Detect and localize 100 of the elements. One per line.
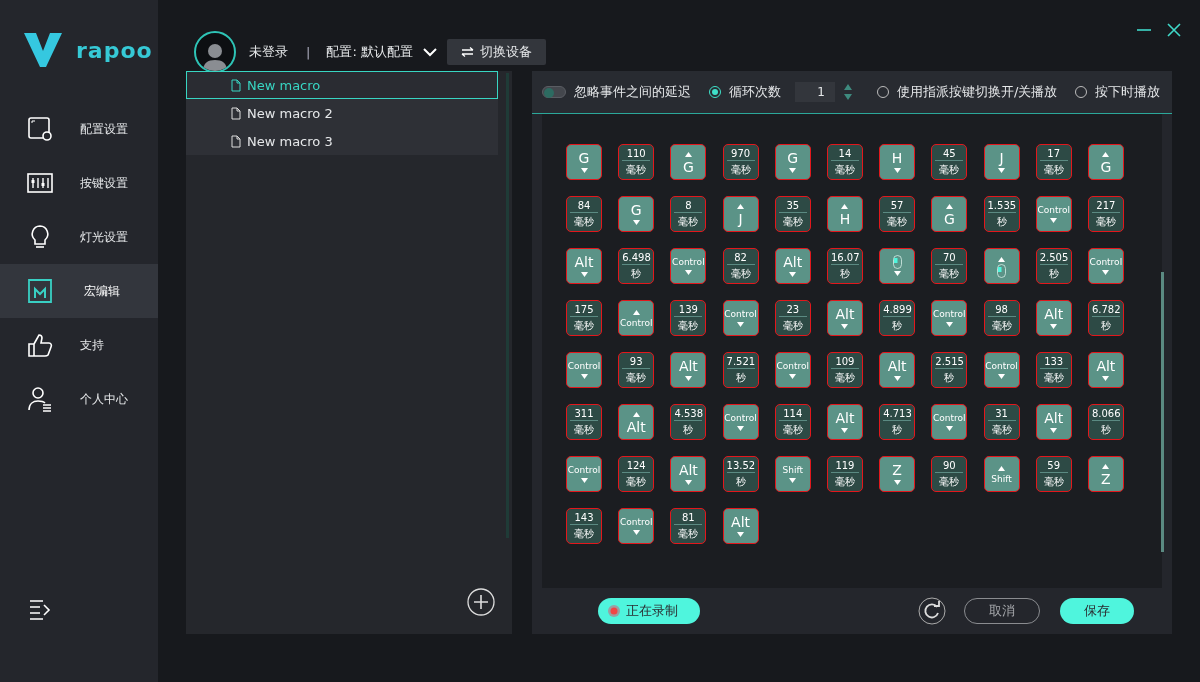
delay-tile[interactable]: 114 毫秒 — [774, 404, 811, 440]
delay-tile[interactable]: 2.505 秒 — [1035, 248, 1072, 284]
sidebar-item[interactable]: 支持 — [0, 318, 158, 372]
delay-tile[interactable]: 1.535 秒 — [983, 196, 1020, 232]
key-tile[interactable]: Control — [618, 508, 655, 544]
delay-tile[interactable]: 13.52 秒 — [722, 456, 759, 492]
sidebar-item[interactable]: 配置设置 — [0, 102, 158, 156]
key-tile[interactable]: Control — [1087, 248, 1124, 284]
key-tile[interactable]: Control — [618, 300, 655, 336]
mouse-tile[interactable] — [879, 248, 916, 284]
delay-tile[interactable]: 57 毫秒 — [879, 196, 916, 232]
add-icon[interactable] — [467, 588, 495, 616]
key-tile[interactable]: J — [983, 144, 1020, 180]
key-tile[interactable]: Control — [931, 404, 968, 440]
delay-tile[interactable]: 7.521 秒 — [722, 352, 759, 388]
delay-tile[interactable]: 35 毫秒 — [774, 196, 811, 232]
macro-item[interactable]: New macro 3 — [186, 127, 498, 155]
delay-tile[interactable]: 98 毫秒 — [983, 300, 1020, 336]
key-tile[interactable]: Z — [879, 456, 916, 492]
chevron-down-icon[interactable] — [422, 47, 437, 57]
delay-tile[interactable]: 4.713 秒 — [879, 404, 916, 440]
sidebar-item[interactable]: 宏编辑 — [0, 264, 158, 318]
delay-tile[interactable]: 81 毫秒 — [670, 508, 707, 544]
recording-button[interactable]: 正在录制 — [598, 598, 700, 624]
delay-tile[interactable]: 59 毫秒 — [1035, 456, 1072, 492]
delay-tile[interactable]: 311 毫秒 — [566, 404, 602, 440]
key-tile[interactable]: G — [1087, 144, 1124, 180]
delay-tile[interactable]: 109 毫秒 — [826, 352, 863, 388]
delay-tile[interactable]: 110 毫秒 — [618, 144, 655, 180]
key-tile[interactable]: Alt — [879, 352, 916, 388]
key-tile[interactable]: Alt — [826, 404, 863, 440]
key-tile[interactable]: G — [618, 196, 655, 232]
key-tile[interactable]: Control — [931, 300, 968, 336]
delay-tile[interactable]: 70 毫秒 — [931, 248, 968, 284]
key-tile[interactable]: Control — [1035, 196, 1072, 232]
key-tile[interactable]: Shift — [983, 456, 1020, 492]
key-tile[interactable]: Z — [1087, 456, 1124, 492]
delay-tile[interactable]: 124 毫秒 — [618, 456, 655, 492]
delay-tile[interactable]: 93 毫秒 — [618, 352, 655, 388]
delay-tile[interactable]: 14 毫秒 — [826, 144, 863, 180]
sidebar-item[interactable]: 按键设置 — [0, 156, 158, 210]
avatar[interactable] — [194, 31, 236, 73]
spinner-arrows-icon[interactable] — [843, 83, 853, 101]
close-icon[interactable] — [1166, 22, 1182, 38]
delay-tile[interactable]: 45 毫秒 — [931, 144, 968, 180]
key-tile[interactable]: G — [931, 196, 968, 232]
delay-tile[interactable]: 23 毫秒 — [774, 300, 811, 336]
key-tile[interactable]: J — [722, 196, 759, 232]
delay-tile[interactable]: 17 毫秒 — [1035, 144, 1072, 180]
delay-tile[interactable]: 82 毫秒 — [722, 248, 759, 284]
key-tile[interactable]: Alt — [774, 248, 811, 284]
loop-count-field[interactable]: 1 — [795, 82, 835, 102]
delay-tile[interactable]: 6.498 秒 — [618, 248, 655, 284]
sidebar-item[interactable]: 个人中心 — [0, 372, 158, 426]
delay-tile[interactable]: 8.066 秒 — [1087, 404, 1124, 440]
key-tile[interactable]: Alt — [1035, 300, 1072, 336]
delay-tile[interactable]: 970 毫秒 — [722, 144, 759, 180]
delay-tile[interactable]: 133 毫秒 — [1035, 352, 1072, 388]
key-tile[interactable]: Control — [722, 300, 759, 336]
key-tile[interactable]: Alt — [826, 300, 863, 336]
key-tile[interactable]: Alt — [1035, 404, 1072, 440]
delay-tile[interactable]: 4.899 秒 — [879, 300, 916, 336]
macro-item[interactable]: New macro 2 — [186, 99, 498, 127]
mouse-tile[interactable] — [983, 248, 1020, 284]
key-tile[interactable]: Alt — [722, 508, 759, 544]
refresh-icon[interactable] — [918, 597, 946, 625]
delay-tile[interactable]: 84 毫秒 — [566, 196, 602, 232]
delay-tile[interactable]: 6.782 秒 — [1087, 300, 1124, 336]
sidebar-item[interactable]: 灯光设置 — [0, 210, 158, 264]
login-status[interactable]: 未登录 — [249, 43, 288, 61]
delay-tile[interactable]: 119 毫秒 — [826, 456, 863, 492]
key-tile[interactable]: Alt — [670, 352, 707, 388]
key-tile[interactable]: Control — [566, 352, 602, 388]
delay-tile[interactable]: 143 毫秒 — [566, 508, 602, 544]
delay-tile[interactable]: 2.515 秒 — [931, 352, 968, 388]
scrollbar[interactable] — [1161, 272, 1164, 552]
macro-item[interactable]: New macro — [186, 71, 498, 99]
delay-tile[interactable]: 175 毫秒 — [566, 300, 602, 336]
key-tile[interactable]: H — [879, 144, 916, 180]
delay-tile[interactable]: 90 毫秒 — [931, 456, 968, 492]
expand-menu-icon[interactable] — [28, 598, 52, 620]
save-button[interactable]: 保存 — [1060, 598, 1134, 624]
key-tile[interactable]: Shift — [774, 456, 811, 492]
delay-tile[interactable]: 4.538 秒 — [670, 404, 707, 440]
switch-device-button[interactable]: 切换设备 — [446, 39, 546, 65]
key-tile[interactable]: Alt — [566, 248, 602, 284]
key-tile[interactable]: Control — [774, 352, 811, 388]
key-tile[interactable]: Control — [566, 456, 602, 492]
key-tile[interactable]: H — [826, 196, 863, 232]
key-tile[interactable]: Control — [670, 248, 707, 284]
delay-tile[interactable]: 16.07 秒 — [826, 248, 863, 284]
key-tile[interactable]: G — [566, 144, 602, 180]
key-tile[interactable]: G — [670, 144, 707, 180]
key-tile[interactable]: Control — [722, 404, 759, 440]
key-tile[interactable]: Alt — [670, 456, 707, 492]
key-tile[interactable]: Control — [983, 352, 1020, 388]
key-tile[interactable]: Alt — [618, 404, 655, 440]
delay-tile[interactable]: 8 毫秒 — [670, 196, 707, 232]
delay-tile[interactable]: 31 毫秒 — [983, 404, 1020, 440]
toggle-switch[interactable] — [542, 86, 566, 98]
